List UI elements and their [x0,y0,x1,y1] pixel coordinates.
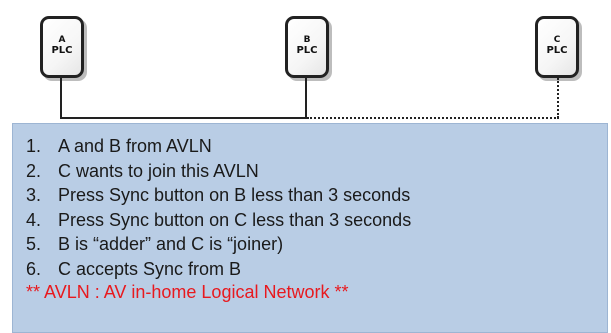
plc-device-a: A PLC [40,16,84,78]
avln-definition-note: ** AVLN : AV in-home Logical Network ** [26,282,349,302]
device-a-kind: PLC [51,45,73,56]
step-text: Press Sync button on B less than 3 secon… [58,185,411,205]
step-number: 4. [26,209,42,230]
step-number: 2. [26,160,42,181]
step-number: 5. [26,234,42,254]
step-item: 2. C wants to join this AVLN [26,159,607,184]
steps-panel: 1. A and B from AVLN 2. C wants to join th… [12,123,608,333]
device-b-kind: PLC [296,45,318,56]
step-text: C wants to join this AVLN [58,160,259,181]
avln-bus-line [60,117,307,119]
step-text: A and B from AVLN [58,136,212,156]
steps-list: 1. A and B from AVLN 2. C wants to join th… [13,124,607,281]
device-c-id: C [553,35,561,45]
step-item: 4. Press Sync button on C less than 3 sec… [26,208,607,233]
device-b-connection-line [305,78,307,118]
step-item: 5. B is “adder” and C is “joiner) [26,232,607,257]
device-a-id: A [58,35,66,45]
device-c-kind: PLC [546,45,568,56]
step-number: 6. [26,258,42,279]
pending-join-dotted-line [307,117,559,119]
plc-device-c: C PLC [535,16,579,78]
step-number: 1. [26,136,42,156]
device-b-id: B [303,35,311,45]
step-text: B is “adder” and C is “joiner) [58,234,284,254]
step-item: 6. C accepts Sync from B [26,257,607,282]
step-item: 1. A and B from AVLN [26,134,607,159]
plc-device-b: B PLC [285,16,329,78]
step-text: Press Sync button on C less than 3 secon… [58,209,412,230]
step-number: 3. [26,185,42,205]
device-a-connection-line [60,78,62,118]
device-c-dotted-connection-line [557,78,559,118]
step-item: 3. Press Sync button on B less than 3 sec… [26,183,607,208]
step-text: C accepts Sync from B [58,258,242,279]
